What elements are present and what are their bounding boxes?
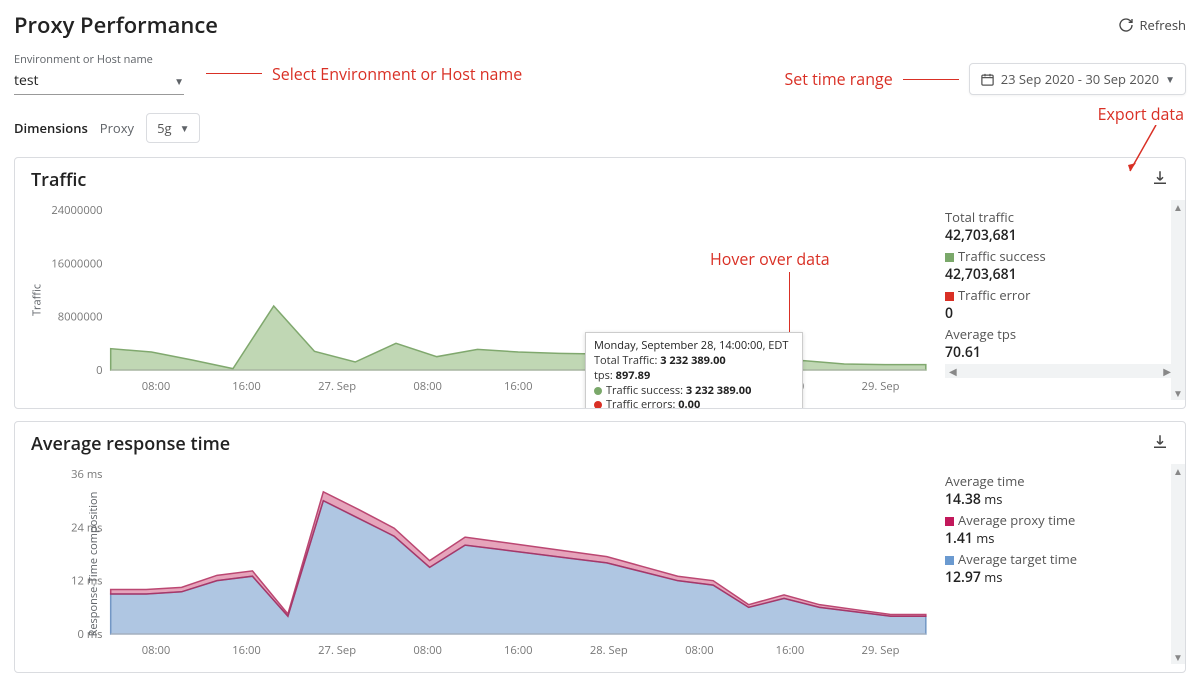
avg-time-value: 14.38 [945,490,981,509]
export-response-button[interactable] [1151,433,1169,455]
refresh-icon [1118,17,1134,33]
response-stats: Average time 14.38 ms Average proxy time… [944,464,1185,664]
svg-text:16:00: 16:00 [232,379,261,394]
traffic-tooltip: Monday, September 28, 14:00:00, EDT Tota… [585,332,803,409]
traffic-card: Traffic Traffic 0 8000000 16000000 24000000… [14,157,1186,409]
svg-text:36 ms: 36 ms [71,467,102,482]
dimension-proxy-label: Proxy [100,119,134,137]
svg-text:08:00: 08:00 [413,643,442,658]
avg-proxy-time-value: 1.41 [945,529,973,548]
chevron-down-icon: ▼ [1165,72,1175,86]
annotation-export: Export data [1098,103,1184,125]
svg-text:08:00: 08:00 [142,643,171,658]
annotation-env: Select Environment or Host name [196,63,522,85]
avg-target-time-label: Average target time [958,550,1077,568]
svg-text:16:00: 16:00 [504,379,533,394]
date-range-button[interactable]: 23 Sep 2020 - 30 Sep 2020 ▼ [969,63,1186,95]
traffic-title: Traffic [31,168,86,192]
annotation-export-pointer [1128,125,1158,177]
response-y-axis-label: Response-Time composition [86,492,101,637]
traffic-stats-hscroll[interactable]: ◀▶ [945,364,1175,378]
annotation-hover: Hover over data [710,248,830,270]
response-chart[interactable]: Response-Time composition 0 ms12 ms24 ms… [15,464,944,664]
svg-text:27. Sep: 27. Sep [318,379,356,394]
download-icon [1151,433,1169,451]
response-stats-vscroll[interactable]: ▲▼ [1171,464,1185,664]
traffic-success-value: 42,703,681 [945,265,1175,284]
calendar-icon [980,72,995,87]
svg-text:16:00: 16:00 [232,643,261,658]
svg-text:08:00: 08:00 [685,643,714,658]
svg-text:16:00: 16:00 [776,643,805,658]
traffic-error-label: Traffic error [958,286,1030,304]
refresh-label: Refresh [1140,16,1186,34]
avg-tps-label: Average tps [945,325,1175,343]
tooltip-timestamp: Monday, September 28, 14:00:00, EDT [594,339,794,354]
traffic-success-label: Traffic success [958,247,1046,265]
total-traffic-label: Total traffic [945,208,1175,226]
date-range-text: 23 Sep 2020 - 30 Sep 2020 [1001,70,1159,88]
total-traffic-value: 42,703,681 [945,226,1175,245]
response-time-card: Average response time Response-Time comp… [14,421,1186,673]
traffic-stats-vscroll[interactable]: ▲▼ [1171,200,1185,400]
traffic-stats: Total traffic 42,703,681 Traffic success… [944,200,1185,400]
annotation-daterange: Set time range [784,68,968,90]
svg-text:08:00: 08:00 [413,379,442,394]
dimension-proxy-select[interactable]: 5g ▼ [146,113,200,143]
avg-tps-value: 70.61 [945,343,1175,362]
svg-text:29. Sep: 29. Sep [862,643,900,658]
environment-host-select[interactable]: Environment or Host name test ▼ [14,52,184,95]
traffic-y-axis-label: Traffic [30,284,45,316]
svg-text:0: 0 [96,363,102,378]
avg-target-time-value: 12.97 [945,568,981,587]
dimension-proxy-value: 5g [157,119,172,137]
svg-text:8000000: 8000000 [58,310,103,325]
svg-text:24000000: 24000000 [51,203,102,218]
svg-text:08:00: 08:00 [142,379,171,394]
avg-proxy-time-label: Average proxy time [958,511,1075,529]
chevron-down-icon: ▼ [180,121,190,135]
environment-host-value: test [14,71,39,90]
chevron-down-icon: ▼ [174,74,184,88]
svg-text:29. Sep: 29. Sep [862,379,900,394]
dimensions-label: Dimensions [14,119,88,137]
svg-text:16:00: 16:00 [504,643,533,658]
refresh-button[interactable]: Refresh [1118,16,1186,34]
svg-text:27. Sep: 27. Sep [318,643,356,658]
avg-time-label: Average time [945,472,1175,490]
environment-host-label: Environment or Host name [14,52,184,67]
page-title: Proxy Performance [14,10,218,40]
traffic-error-value: 0 [945,304,1175,323]
response-time-title: Average response time [31,432,230,456]
svg-text:28. Sep: 28. Sep [590,643,628,658]
traffic-chart[interactable]: Traffic 0 8000000 16000000 24000000 08:00 16:… [15,200,944,400]
svg-text:16000000: 16000000 [51,256,102,271]
